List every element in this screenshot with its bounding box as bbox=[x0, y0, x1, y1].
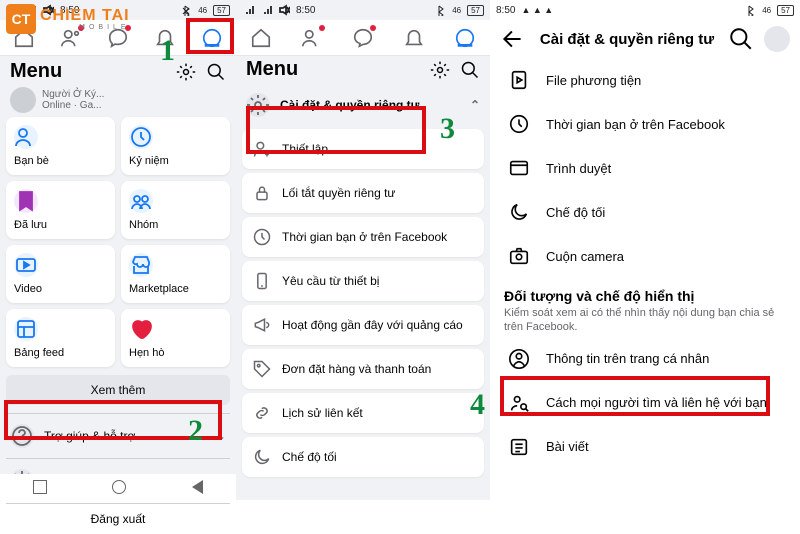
row-privacy-shortcuts[interactable]: Lối tắt quyền riêng tư bbox=[242, 173, 484, 213]
bluetooth-icon bbox=[180, 4, 192, 16]
back-icon[interactable] bbox=[500, 26, 526, 52]
row-posts[interactable]: Bài viết bbox=[494, 425, 796, 469]
signal-icon bbox=[242, 4, 254, 16]
bluetooth-icon bbox=[744, 4, 756, 16]
avatar bbox=[10, 87, 36, 113]
home-icon[interactable] bbox=[250, 27, 272, 49]
search-person-icon bbox=[508, 392, 530, 414]
tag-icon bbox=[252, 359, 272, 379]
row-dark-mode[interactable]: Chế độ tối bbox=[494, 190, 796, 234]
menu-icon[interactable] bbox=[201, 27, 223, 49]
section-audience: Đối tượng và chế độ hiển thị Kiểm soát x… bbox=[490, 278, 800, 337]
tile-marketplace[interactable]: Marketplace bbox=[121, 245, 230, 303]
search-icon[interactable] bbox=[728, 26, 754, 52]
search-icon[interactable] bbox=[206, 62, 226, 82]
row-profile-info[interactable]: Thông tin trên trang cá nhân bbox=[494, 337, 796, 381]
row-device-requests[interactable]: Yêu cầu từ thiết bị bbox=[242, 261, 484, 301]
tile-friends[interactable]: Bạn bè bbox=[6, 117, 115, 175]
logout-row[interactable]: Đăng xuất bbox=[6, 503, 230, 534]
row-settings[interactable]: Thiết lập bbox=[242, 129, 484, 169]
tile-memories[interactable]: Kỷ niệm bbox=[121, 117, 230, 175]
tile-video[interactable]: Video bbox=[6, 245, 115, 303]
file-play-icon bbox=[508, 69, 530, 91]
lock-icon bbox=[252, 183, 272, 203]
top-nav bbox=[236, 20, 490, 56]
watermark-logo: CT CHIEM TAIMOBILE bbox=[6, 4, 130, 34]
gear-icon[interactable] bbox=[176, 62, 196, 82]
person-gear-icon bbox=[252, 139, 272, 159]
friends-icon[interactable] bbox=[301, 27, 323, 49]
gear-icon bbox=[246, 93, 270, 117]
tile-groups[interactable]: Nhóm bbox=[121, 181, 230, 239]
page-title: Cài đặt & quyền riêng tư bbox=[536, 31, 718, 48]
status-bar: 8:50 4657 bbox=[236, 0, 490, 20]
home-icon[interactable] bbox=[112, 480, 126, 494]
row-browser[interactable]: Trình duyệt bbox=[494, 146, 796, 190]
row-dark-mode[interactable]: Chế độ tối bbox=[242, 437, 484, 477]
see-more-button[interactable]: Xem thêm bbox=[6, 375, 230, 405]
status-bar: 8:50 ▲ ▲ ▲ 4657 bbox=[490, 0, 800, 20]
bell-icon[interactable] bbox=[154, 27, 176, 49]
bell-icon[interactable] bbox=[403, 27, 425, 49]
person-circle-icon bbox=[508, 348, 530, 370]
clock-icon bbox=[508, 113, 530, 135]
row-orders[interactable]: Đơn đặt hàng và thanh toán bbox=[242, 349, 484, 389]
row-link-history[interactable]: Lịch sử liên kết bbox=[242, 393, 484, 433]
post-icon bbox=[508, 436, 530, 458]
phone-icon bbox=[252, 271, 272, 291]
search-icon[interactable] bbox=[460, 60, 480, 80]
tile-saved[interactable]: Đã lưu bbox=[6, 181, 115, 239]
megaphone-icon bbox=[252, 315, 272, 335]
story-row[interactable]: Người Ở Ký...Online · Ga... bbox=[0, 87, 236, 117]
menu-title: Menu bbox=[246, 58, 298, 81]
tile-feeds[interactable]: Bảng feed bbox=[6, 309, 115, 367]
camera-icon bbox=[508, 245, 530, 267]
browser-icon bbox=[508, 157, 530, 179]
link-icon bbox=[252, 403, 272, 423]
tile-dating[interactable]: Hẹn hò bbox=[121, 309, 230, 367]
row-media-files[interactable]: File phương tiện bbox=[494, 58, 796, 102]
row-find-contact[interactable]: Cách mọi người tìm và liên hệ với bạn bbox=[494, 381, 796, 425]
clock-icon bbox=[252, 227, 272, 247]
moon-icon bbox=[252, 447, 272, 467]
help-row[interactable]: Trợ giúp & hỗ trợ⌄ bbox=[6, 413, 230, 458]
row-ad-activity[interactable]: Hoạt động gần đây với quảng cáo bbox=[242, 305, 484, 345]
gear-icon[interactable] bbox=[430, 60, 450, 80]
messenger-icon[interactable] bbox=[352, 27, 374, 49]
row-camera-roll[interactable]: Cuộn camera bbox=[494, 234, 796, 278]
avatar[interactable] bbox=[764, 26, 790, 52]
settings-privacy-header[interactable]: Cài đặt & quyền riêng tư⌃ bbox=[242, 85, 484, 125]
recent-icon[interactable] bbox=[33, 480, 47, 494]
moon-icon bbox=[508, 201, 530, 223]
row-time-on-fb[interactable]: Thời gian bạn ở trên Facebook bbox=[494, 102, 796, 146]
android-nav bbox=[0, 474, 236, 500]
menu-icon[interactable] bbox=[454, 27, 476, 49]
menu-title: Menu bbox=[10, 60, 62, 83]
row-time-on-fb[interactable]: Thời gian bạn ở trên Facebook bbox=[242, 217, 484, 257]
back-icon[interactable] bbox=[192, 480, 203, 494]
